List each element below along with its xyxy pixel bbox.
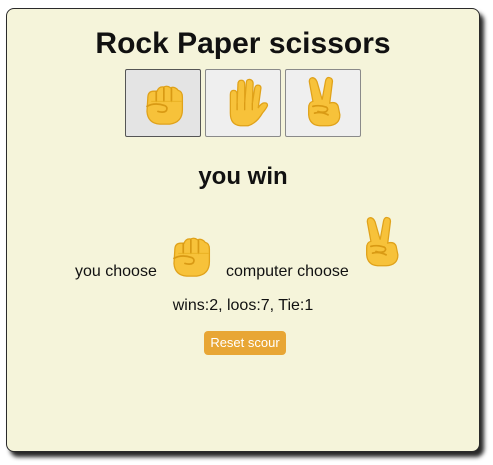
score-text: wins:2, loos:7, Tie:1 bbox=[172, 297, 314, 314]
victory-hand-emoji-icon bbox=[354, 215, 408, 276]
fist-emoji-icon bbox=[163, 227, 217, 288]
page-title: Rock Paper scissors bbox=[95, 27, 391, 60]
scissors-button[interactable] bbox=[285, 69, 361, 137]
paper-button[interactable] bbox=[205, 69, 281, 137]
moves-row: you choose computer choose bbox=[7, 213, 479, 283]
raised-hand-emoji-icon bbox=[216, 76, 270, 130]
rock-button[interactable] bbox=[125, 69, 201, 137]
player-choice-label: you choose bbox=[75, 263, 157, 280]
computer-choice-label: computer choose bbox=[226, 263, 349, 280]
choice-buttons bbox=[7, 69, 479, 137]
fist-emoji-icon bbox=[136, 76, 190, 130]
victory-hand-emoji-icon bbox=[296, 76, 350, 130]
result-text: you win bbox=[198, 163, 288, 190]
reset-score-button[interactable]: Reset scour bbox=[204, 331, 286, 355]
game-card: Rock Paper scissors you win you choose c… bbox=[6, 8, 480, 452]
